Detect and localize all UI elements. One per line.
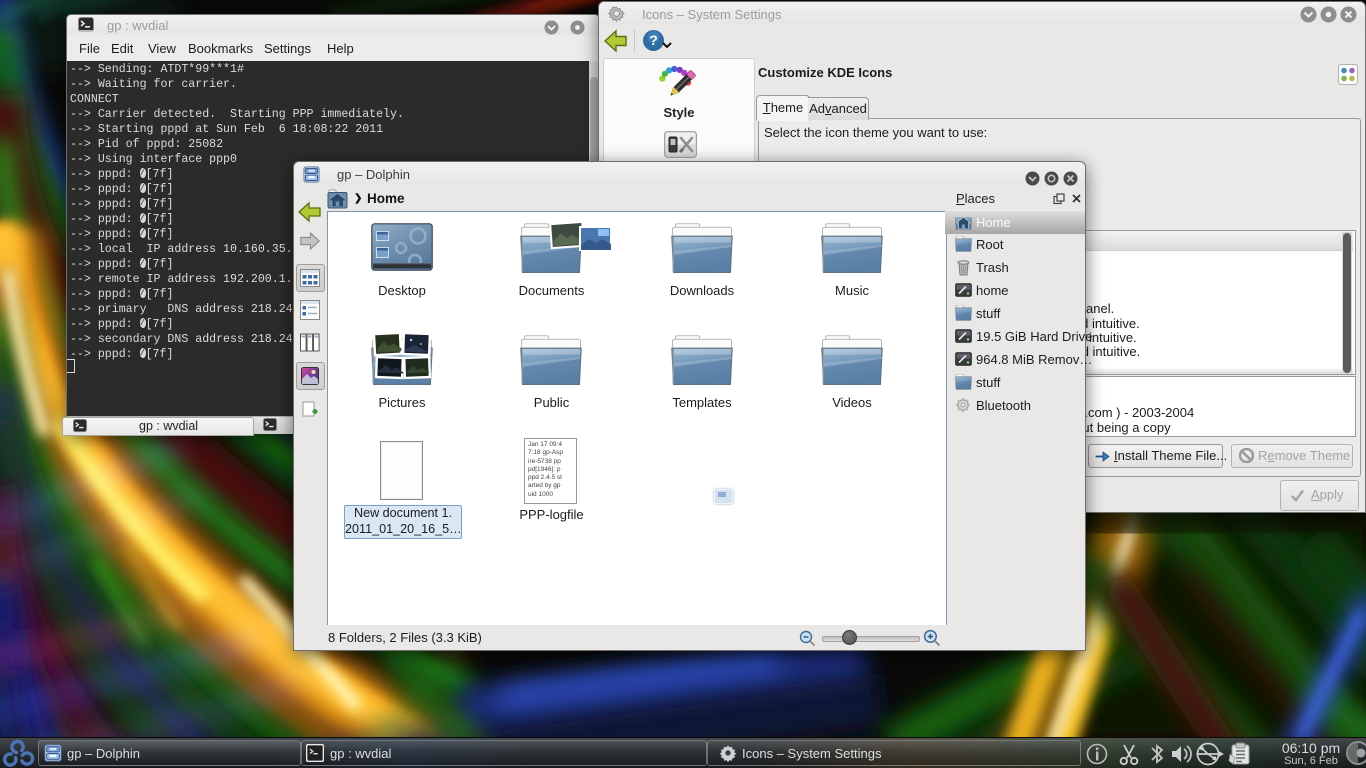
svg-text:?: ? bbox=[649, 32, 658, 48]
